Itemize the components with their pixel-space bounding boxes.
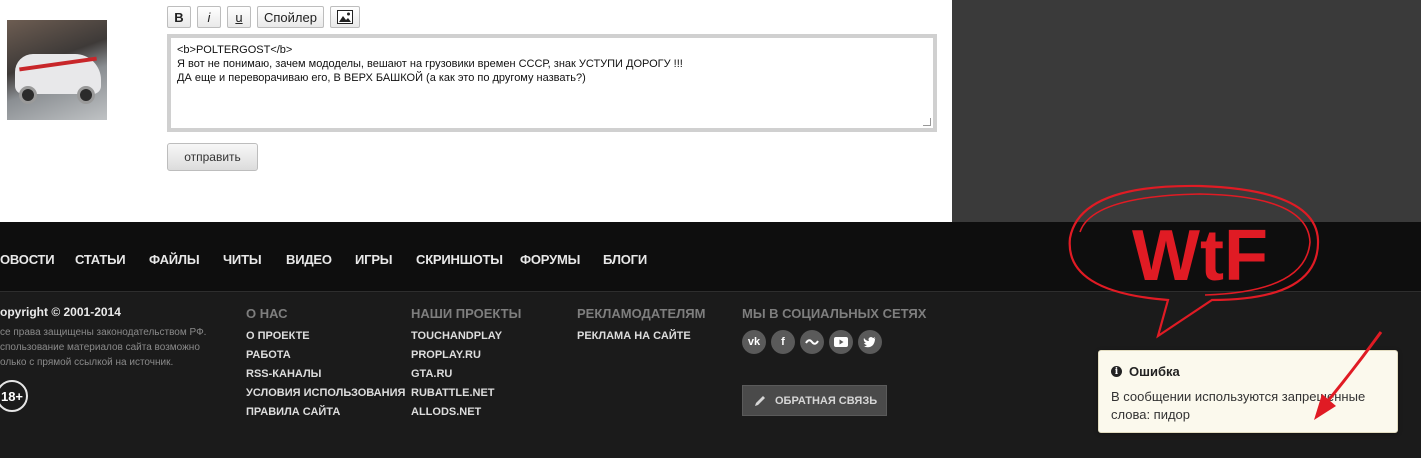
about-link[interactable]: RSS-КАНАЛЫ (246, 368, 321, 380)
image-icon (336, 10, 353, 24)
nav-cheats[interactable]: ЧИТЫ (223, 252, 262, 267)
rights-line: олько с прямой ссылкой на источник. (0, 357, 174, 368)
avatar (7, 20, 107, 120)
sidebar-background (952, 0, 1421, 222)
about-link[interactable]: ПРАВИЛА САЙТА (246, 406, 340, 418)
project-link[interactable]: RUBATTLE.NET (411, 387, 495, 399)
about-link[interactable]: РАБОТА (246, 349, 291, 361)
about-link[interactable]: УСЛОВИЯ ИСПОЛЬЗОВАНИЯ (246, 387, 405, 399)
feedback-label: ОБРАТНАЯ СВЯЗЬ (775, 394, 878, 407)
vk-icon[interactable]: vk (742, 330, 766, 354)
youtube-glyph (834, 337, 848, 347)
info-icon: i (1111, 366, 1122, 377)
about-link[interactable]: О ПРОЕКТЕ (246, 330, 310, 342)
editor-line: ДА еще и переворачиваю его, В ВЕРХ БАШКО… (177, 72, 586, 84)
underline-button[interactable]: u (227, 6, 251, 28)
project-link[interactable]: ALLODS.NET (411, 406, 481, 418)
youtube-icon[interactable] (829, 330, 853, 354)
twitter-glyph (863, 337, 876, 348)
advertisers-heading: РЕКЛАМОДАТЕЛЯМ (577, 306, 706, 321)
toast-title-text: Ошибка (1129, 364, 1180, 379)
moi-mir-icon[interactable] (800, 330, 824, 354)
age-rating-badge: 18+ (0, 380, 28, 412)
nav-screenshots[interactable]: СКРИНШОТЫ (416, 252, 503, 267)
insert-image-button[interactable] (329, 6, 360, 28)
project-link[interactable]: TOUCHANDPLAY (411, 330, 502, 342)
nav-files[interactable]: ФАЙЛЫ (149, 252, 200, 267)
projects-heading: НАШИ ПРОЕКТЫ (411, 306, 522, 321)
rights-line: спользование материалов сайта возможно (0, 342, 200, 353)
footer-nav: ОВОСТИ СТАТЬИ ФАЙЛЫ ЧИТЫ ВИДЕО ИГРЫ СКРИ… (0, 222, 1421, 292)
moi-mir-glyph (805, 339, 819, 345)
social-heading: МЫ В СОЦИАЛЬНЫХ СЕТЯХ (742, 306, 927, 321)
rights-line: се права защищены законодательством РФ. (0, 327, 207, 338)
project-link[interactable]: PROPLAY.RU (411, 349, 481, 361)
facebook-icon[interactable]: f (771, 330, 795, 354)
comment-textarea[interactable]: <b>POLTERGOST</b> Я вот не понимаю, заче… (167, 34, 937, 132)
submit-button[interactable]: отправить (167, 143, 258, 171)
car-wheel (19, 86, 37, 104)
nav-forums[interactable]: ФОРУМЫ (520, 252, 580, 267)
rights-text: се права защищены законодательством РФ. … (0, 325, 230, 370)
advertise-link[interactable]: РЕКЛАМА НА САЙТЕ (577, 330, 691, 342)
about-heading: О НАС (246, 306, 288, 321)
comment-area: B i u Спойлер <b>POLTERGOST</b> Я вот не… (0, 0, 952, 222)
car-wheel (77, 86, 95, 104)
editor-line: Я вот не понимаю, зачем мододелы, вешают… (177, 58, 683, 70)
nav-articles[interactable]: СТАТЬИ (75, 252, 126, 267)
feedback-button[interactable]: ОБРАТНАЯ СВЯЗЬ (742, 385, 887, 416)
toast-message: В сообщении используются запрещенные сло… (1111, 389, 1366, 422)
copyright: opyright © 2001-2014 (0, 305, 121, 319)
nav-games[interactable]: ИГРЫ (355, 252, 393, 267)
bold-button[interactable]: B (167, 6, 191, 28)
editor-line: <b>POLTERGOST</b> (177, 44, 293, 56)
spoiler-button[interactable]: Спойлер (257, 6, 324, 28)
nav-video[interactable]: ВИДЕО (286, 252, 332, 267)
editor-toolbar: B i u Спойлер (167, 6, 360, 28)
nav-blogs[interactable]: БЛОГИ (603, 252, 647, 267)
italic-button[interactable]: i (197, 6, 221, 28)
project-link[interactable]: GTA.RU (411, 368, 452, 380)
error-toast: i Ошибка В сообщении используются запрещ… (1098, 350, 1398, 433)
toast-title: i Ошибка (1111, 364, 1180, 379)
page: B i u Спойлер <b>POLTERGOST</b> Я вот не… (0, 0, 1421, 458)
resize-handle[interactable] (923, 118, 931, 126)
twitter-icon[interactable] (858, 330, 882, 354)
nav-news[interactable]: ОВОСТИ (0, 252, 55, 267)
pencil-icon (755, 395, 765, 406)
